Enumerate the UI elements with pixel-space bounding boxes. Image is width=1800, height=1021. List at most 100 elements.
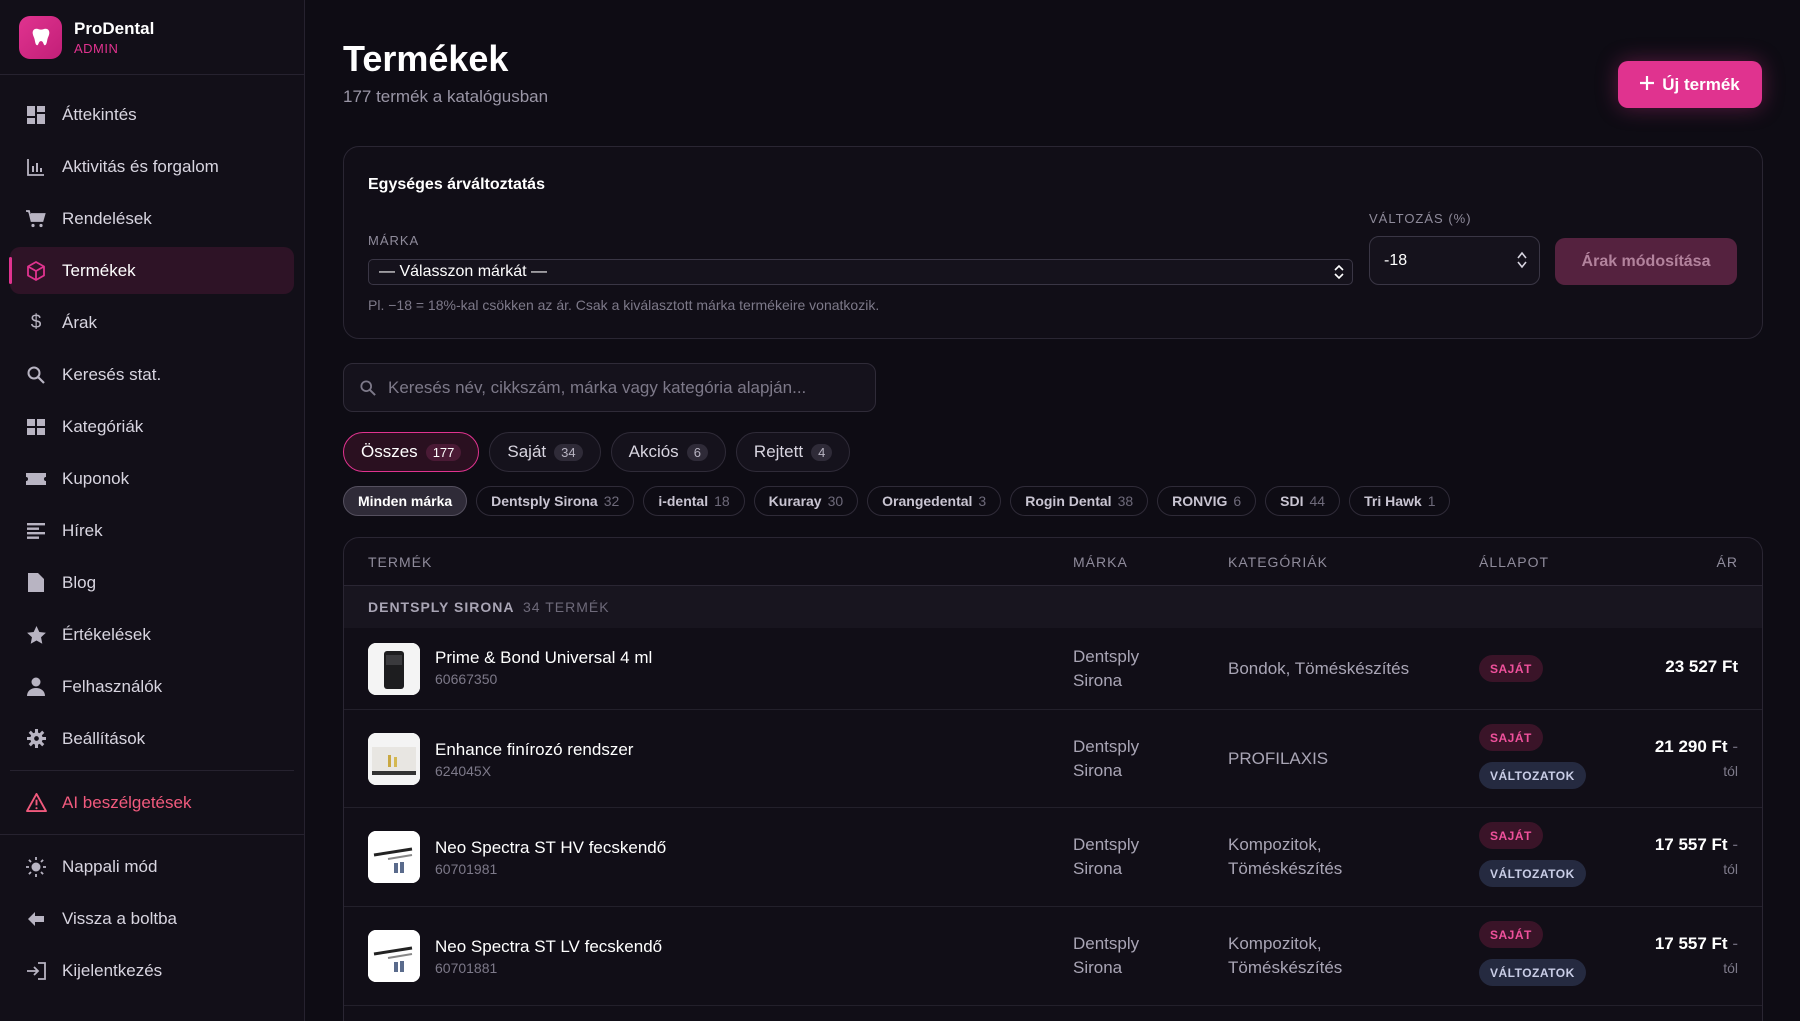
product-thumbnail <box>368 733 420 785</box>
product-price-value: 17 557 Ft <box>1654 835 1728 854</box>
divider <box>0 834 304 835</box>
sidebar-item-label: Blog <box>62 572 97 592</box>
product-name[interactable]: Neo Spectra ST LV fecskendő <box>435 937 662 957</box>
status-badge-own: SAJÁT <box>1479 655 1543 682</box>
search-input[interactable]: Keresés név, cikkszám, márka vagy kategó… <box>343 363 876 412</box>
stepper-arrows-icon[interactable] <box>1517 251 1527 274</box>
product-price: 17 557 Ft - <box>1655 934 1738 954</box>
tab-label: Rejtett <box>753 442 804 461</box>
bar-chart-icon <box>25 156 47 178</box>
sidebar-item-blog[interactable]: Blog <box>10 559 294 606</box>
product-brand-line: Sirona <box>1073 958 1123 977</box>
product-brand-line: Dentsply <box>1073 934 1140 953</box>
sidebar-item-hirek[interactable]: Hírek <box>10 507 294 554</box>
sidebar-item-termekek[interactable]: Termékek <box>9 247 294 294</box>
column-header-product[interactable]: TERMÉK <box>368 554 432 570</box>
column-header-categories[interactable]: KATEGÓRIÁK <box>1228 554 1328 570</box>
tab-osszes[interactable]: Összes 177 <box>343 432 480 472</box>
chip-orangedental[interactable]: Orangedental 3 <box>867 486 1002 516</box>
sidebar-item-felhasznalok[interactable]: Felhasználók <box>10 663 294 710</box>
product-brand: Dentsply Sirona <box>1073 833 1183 881</box>
table-row[interactable]: Neo Spectra ST LV fecskendő 60701881 Den… <box>344 907 1762 1006</box>
sidebar-item-ertekelesek[interactable]: Értékelések <box>10 611 294 658</box>
brand-name: ProDental <box>74 18 155 38</box>
chip-dentsply-sirona[interactable]: Dentsply Sirona 32 <box>476 486 635 516</box>
tab-count: 177 <box>425 443 462 461</box>
warning-icon <box>25 792 47 814</box>
star-icon <box>25 624 47 646</box>
chip-sdi[interactable]: SDI 44 <box>1265 486 1341 516</box>
tab-sajat[interactable]: Saját 34 <box>489 432 601 472</box>
status-tabs: Összes 177 Saját 34 Akciós 6 Rejtett 4 <box>343 432 851 472</box>
product-sku: 60701881 <box>435 960 498 976</box>
product-brand: Dentsply Sirona <box>1073 735 1183 783</box>
column-header-status[interactable]: ÁLLAPOT <box>1479 554 1549 570</box>
logout-icon <box>25 960 47 982</box>
sidebar-item-arak[interactable]: $ Árak <box>10 299 294 346</box>
chip-count: 44 <box>1309 493 1326 509</box>
sidebar-item-ai-beszelgetesek[interactable]: AI beszélgetések <box>10 779 294 826</box>
chip-count: 3 <box>978 493 987 509</box>
new-product-button[interactable]: Új termék <box>1618 61 1762 108</box>
plus-icon <box>1640 75 1655 95</box>
status-badge-variants: VÁLTOZATOK <box>1479 959 1586 986</box>
sidebar-item-label: Hírek <box>62 520 103 540</box>
product-price: 21 290 Ft - <box>1655 737 1738 757</box>
ticket-icon <box>25 468 47 490</box>
chip-ronvig[interactable]: RONVIG 6 <box>1157 486 1257 516</box>
tab-label: Akciós <box>628 442 679 461</box>
sidebar-item-rendelesek[interactable]: Rendelések <box>10 195 294 242</box>
table-row[interactable]: Prime & Bond Universal 4 ml 60667350 Den… <box>344 628 1762 710</box>
product-category-line: Töméskészítés <box>1228 958 1343 977</box>
divider <box>10 770 294 771</box>
apply-prices-button[interactable]: Árak módosítása <box>1555 238 1737 285</box>
brand-filter-chips: Minden márka Dentsply Sirona 32 i-dental 1… <box>343 486 1451 516</box>
tab-rejtett[interactable]: Rejtett 4 <box>735 432 851 472</box>
product-brand-line: Dentsply <box>1073 737 1140 756</box>
product-categories: Bondok, Töméskészítés <box>1228 657 1458 681</box>
product-name[interactable]: Prime & Bond Universal 4 ml <box>435 648 652 668</box>
chip-minden-marka[interactable]: Minden márka <box>343 486 468 516</box>
sidebar-item-kereses-stat[interactable]: Keresés stat. <box>10 351 294 398</box>
status-badge-own: SAJÁT <box>1479 921 1543 948</box>
chip-tri-hawk[interactable]: Tri Hawk 1 <box>1349 486 1451 516</box>
sidebar-item-nappali-mod[interactable]: Nappali mód <box>10 843 294 890</box>
price-from: tól <box>1723 763 1738 779</box>
sidebar-item-kuponok[interactable]: Kuponok <box>10 455 294 502</box>
sidebar-item-kijelentkezes[interactable]: Kijelentkezés <box>10 947 294 994</box>
chip-rogin-dental[interactable]: Rogin Dental 38 <box>1010 486 1149 516</box>
tab-akcios[interactable]: Akciós 6 <box>610 432 726 472</box>
tab-count: 4 <box>811 443 833 461</box>
sidebar-item-aktivitas[interactable]: Aktivitás és forgalom <box>10 143 294 190</box>
chip-label: Rogin Dental <box>1025 493 1112 509</box>
product-category-line: PROFILAXIS <box>1228 749 1329 768</box>
column-header-price[interactable]: ÁR <box>1717 554 1738 570</box>
status-badge-variants: VÁLTOZATOK <box>1479 860 1586 887</box>
sidebar-item-label: Beállítások <box>62 728 146 748</box>
column-header-brand[interactable]: MÁRKA <box>1073 554 1128 570</box>
product-name[interactable]: Neo Spectra ST HV fecskendő <box>435 838 666 858</box>
sidebar-item-label: Áttekintés <box>62 104 137 124</box>
brand[interactable]: ProDental ADMIN <box>0 0 304 75</box>
sidebar-item-kategoriak[interactable]: Kategóriák <box>10 403 294 450</box>
table-row[interactable]: Enhance finírozó rendszer 624045X Dentsp… <box>344 710 1762 808</box>
chip-i-dental[interactable]: i-dental 18 <box>643 486 745 516</box>
table-row[interactable]: Neo Spectra ST HV fecskendő 60701981 Den… <box>344 808 1762 907</box>
new-product-label: Új termék <box>1662 74 1740 94</box>
brand-select[interactable]: — Válasszon márkát — <box>368 259 1353 285</box>
sidebar-item-vissza-a-boltba[interactable]: Vissza a boltba <box>10 895 294 942</box>
chip-label: i-dental <box>658 493 709 509</box>
page-title: Termékek <box>343 38 509 79</box>
chip-label: SDI <box>1280 493 1304 509</box>
chip-count: 6 <box>1233 493 1242 509</box>
product-name[interactable]: Enhance finírozó rendszer <box>435 740 633 760</box>
sidebar-item-beallitasok[interactable]: Beállítások <box>10 715 294 762</box>
product-brand-line: Sirona <box>1073 761 1123 780</box>
brand-sub: ADMIN <box>74 40 119 56</box>
search-placeholder: Keresés név, cikkszám, márka vagy kategó… <box>388 377 807 397</box>
change-percent-input[interactable]: -18 <box>1369 236 1540 285</box>
brand-group-header: DENTSPLY SIRONA 34 TERMÉK <box>344 586 1762 628</box>
chip-kuraray[interactable]: Kuraray 30 <box>753 486 859 516</box>
sidebar-item-attekintes[interactable]: Áttekintés <box>10 91 294 138</box>
product-price-value: 21 290 Ft <box>1654 737 1728 756</box>
